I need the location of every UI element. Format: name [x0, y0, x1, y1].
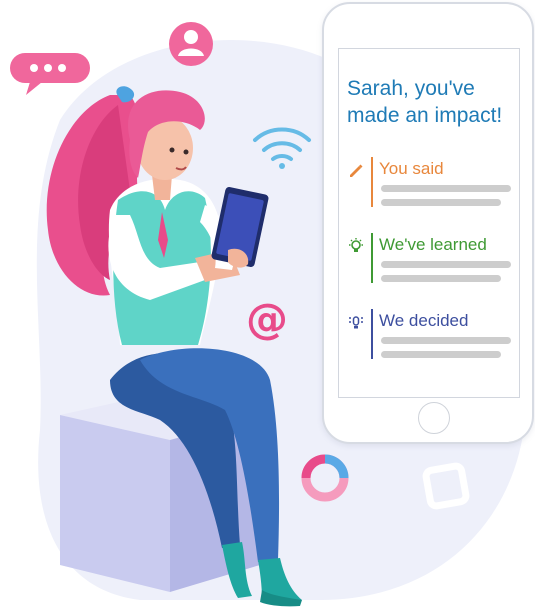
illustration: @ Sarah, you've made an impact! You said… [0, 0, 535, 615]
placeholder-line [381, 275, 501, 282]
section-divider [371, 157, 373, 207]
phone-title-line1: Sarah, you've [347, 77, 475, 100]
section-divider [371, 233, 373, 283]
decision-bulb-icon [345, 313, 367, 335]
section-label: We've learned [379, 235, 487, 254]
section-we-learned: We've learned [345, 233, 515, 285]
placeholder-line [381, 337, 511, 344]
section-we-decided: We decided [345, 309, 515, 361]
section-you-said: You said [345, 157, 515, 209]
section-label: You said [379, 159, 444, 178]
placeholder-line [381, 351, 501, 358]
placeholder-line [381, 199, 501, 206]
home-button [418, 402, 450, 434]
section-label: We decided [379, 311, 469, 330]
section-divider [371, 309, 373, 359]
phone-title: Sarah, you've made an impact! [347, 75, 517, 129]
placeholder-line [381, 261, 511, 268]
at-sign-icon: @ [246, 294, 288, 343]
lightbulb-icon [345, 237, 367, 259]
phone-title-line2: made an impact! [347, 104, 503, 127]
phone-mockup: Sarah, you've made an impact! You said W… [322, 2, 534, 444]
placeholder-line [381, 185, 511, 192]
chat-bubble-icon [10, 53, 90, 95]
phone-screen: Sarah, you've made an impact! You said W… [338, 48, 520, 398]
user-icon [169, 22, 213, 66]
speech-pen-icon [345, 161, 367, 183]
